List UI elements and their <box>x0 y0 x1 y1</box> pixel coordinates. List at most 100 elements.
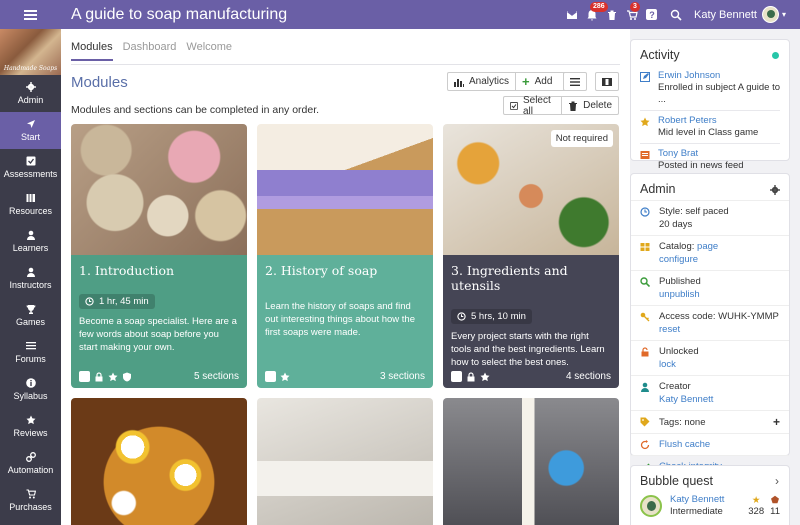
module-image-pouring <box>443 398 619 525</box>
sidebar-item-start[interactable]: Start <box>0 112 61 149</box>
search-icon[interactable] <box>666 5 686 25</box>
star-icon <box>640 117 650 139</box>
module-card[interactable] <box>443 398 619 525</box>
help-icon[interactable]: ? <box>642 5 662 25</box>
admin-access-code: Access code: WUHK-YMMP reset <box>631 305 789 340</box>
not-required-badge: Not required <box>550 130 613 147</box>
activity-user-link[interactable]: Robert Peters <box>658 115 758 127</box>
quest-level: Intermediate <box>670 506 723 517</box>
sidebar-item-instructors[interactable]: Instructors <box>0 260 61 297</box>
user-menu[interactable]: Katy Bennett ▾ <box>690 6 786 23</box>
tab-welcome[interactable]: Welcome <box>186 41 232 61</box>
online-status-dot <box>772 52 779 59</box>
person-icon <box>640 382 650 392</box>
delete-button[interactable]: Delete <box>568 100 612 111</box>
tab-dashboard[interactable]: Dashboard <box>123 41 177 61</box>
cart-icon <box>26 489 36 499</box>
star-icon <box>108 372 118 382</box>
link-icon <box>25 452 36 462</box>
checkbox-icon <box>26 156 36 166</box>
activity-item: Erwin Johnson Enrolled in subject A guide… <box>631 66 789 110</box>
lock-link[interactable]: lock <box>659 358 699 371</box>
person-icon <box>26 267 36 277</box>
divider <box>71 64 620 65</box>
gear-icon[interactable] <box>770 185 780 195</box>
chevron-right-icon[interactable]: › <box>775 474 779 488</box>
unlock-icon <box>640 347 650 357</box>
shield-icon: ⬟ <box>770 495 780 506</box>
admin-catalog: Catalog: page configure <box>631 235 789 270</box>
menu-icon[interactable] <box>0 0 61 29</box>
module-card[interactable]: Not required 3. Ingredients and utensils… <box>443 124 619 388</box>
logo-text: Handmade Soaps <box>3 65 58 72</box>
admin-panel: Admin Style: self paced 20 days Catalog: … <box>630 173 790 472</box>
sidebar-item-automation[interactable]: Automation <box>0 445 61 482</box>
admin-creator: Creator Katy Bennett <box>631 375 789 410</box>
activity-user-link[interactable]: Tony Brat <box>658 148 744 160</box>
subtitle: Modules and sections can be completed in… <box>71 104 320 116</box>
section-count: 3 sections <box>379 371 425 382</box>
star-icon <box>280 372 290 382</box>
catalog-page-link[interactable]: page <box>697 241 718 252</box>
select-all-button[interactable]: Select all <box>510 95 555 117</box>
tab-modules[interactable]: Modules <box>71 41 113 61</box>
trash-icon[interactable] <box>602 5 622 25</box>
module-image-ingredients: Not required <box>443 124 619 255</box>
sidebar-item-learners[interactable]: Learners <box>0 223 61 260</box>
tag-icon <box>640 417 650 427</box>
module-title: 2. History of soap <box>265 263 378 278</box>
avatar <box>640 495 662 517</box>
module-description: Every project starts with the right tool… <box>451 331 605 368</box>
sidebar-item-resources[interactable]: Resources <box>0 186 61 223</box>
module-card[interactable] <box>71 398 247 525</box>
mail-icon[interactable] <box>562 5 582 25</box>
unpublish-link[interactable]: unpublish <box>659 288 701 301</box>
admin-lock: Unlocked lock <box>631 340 789 375</box>
sidebar: Handmade Soaps Admin Start Assessments R… <box>0 29 61 525</box>
key-icon <box>640 312 650 322</box>
sidebar-item-assessments[interactable]: Assessments <box>0 149 61 186</box>
list-view-button[interactable] <box>563 72 587 91</box>
search-icon <box>640 277 650 287</box>
sidebar-item-admin[interactable]: Admin <box>0 75 61 112</box>
bubble-quest-title: Bubble quest <box>640 474 713 488</box>
catalog-configure-link[interactable]: configure <box>659 253 718 266</box>
page-title: A guide to soap manufacturing <box>71 5 288 23</box>
sidebar-item-reviews[interactable]: Reviews <box>0 408 61 445</box>
activity-user-link[interactable]: Erwin Johnson <box>658 70 780 82</box>
select-checkbox[interactable] <box>265 371 276 382</box>
logo[interactable]: Handmade Soaps <box>0 29 61 75</box>
module-card[interactable] <box>257 398 433 525</box>
arrow-icon <box>26 119 36 129</box>
analytics-button[interactable]: Analytics <box>454 76 509 87</box>
plus-icon: + <box>522 74 530 89</box>
select-checkbox[interactable] <box>451 371 462 382</box>
module-card[interactable]: 1. Introduction 1 hr, 45 min Become a so… <box>71 124 247 388</box>
flush-cache-link[interactable]: Flush cache <box>659 438 710 451</box>
admin-published: Published unpublish <box>631 270 789 305</box>
star-icon <box>480 372 490 382</box>
bubble-quest-panel: Bubble quest › Katy Bennett Intermediate… <box>630 465 790 525</box>
section-count: 4 sections <box>565 371 611 382</box>
section-count: 5 sections <box>193 371 239 382</box>
sidebar-item-games[interactable]: Games <box>0 297 61 334</box>
admin-tags: Tags: none + <box>631 410 789 433</box>
sidebar-item-purchases[interactable]: Purchases <box>0 482 61 519</box>
reset-link[interactable]: reset <box>659 323 779 336</box>
list-icon <box>25 341 36 351</box>
cart-icon[interactable]: 3 <box>622 1 642 25</box>
right-panel: Activity Erwin Johnson Enrolled in subjec… <box>630 29 800 525</box>
trophy-icon <box>26 304 36 314</box>
tab-bar: Modules Dashboard Welcome <box>71 41 232 61</box>
module-card[interactable]: 2. History of soap Learn the history of … <box>257 124 433 388</box>
grid-view-button[interactable] <box>595 72 619 91</box>
toolbar-group: Analytics + Add <box>447 72 567 91</box>
sidebar-item-forums[interactable]: Forums <box>0 334 61 371</box>
add-tag-button[interactable]: + <box>773 415 780 429</box>
sidebar-item-syllabus[interactable]: Syllabus <box>0 371 61 408</box>
quest-user-link[interactable]: Katy Bennett <box>670 494 724 506</box>
select-checkbox[interactable] <box>79 371 90 382</box>
creator-link[interactable]: Katy Bennett <box>659 393 713 406</box>
add-button[interactable]: + Add <box>522 74 552 89</box>
bell-icon[interactable]: 286 <box>582 1 608 25</box>
